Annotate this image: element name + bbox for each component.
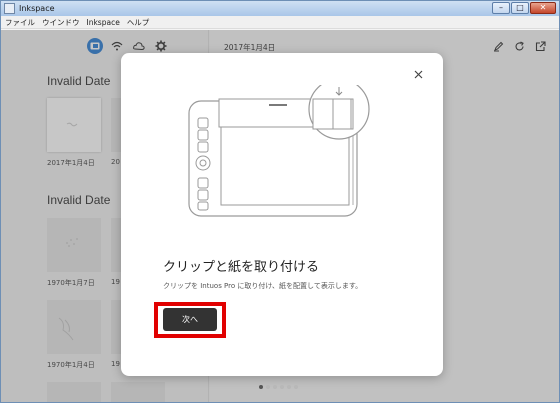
page-dot[interactable]	[259, 385, 263, 389]
page-indicator	[259, 385, 298, 389]
page-dot[interactable]	[280, 385, 284, 389]
maximize-button[interactable]: □	[511, 2, 529, 14]
dialog-description: クリップを Intuos Pro に取り付け、紙を配置して表示します。	[163, 282, 363, 290]
close-button[interactable]: ✕	[530, 2, 556, 14]
minimize-button[interactable]: –	[492, 2, 510, 14]
menu-window[interactable]: ウインドウ	[38, 17, 83, 28]
window-controls: – □ ✕	[492, 2, 556, 14]
tablet-illustration	[188, 85, 370, 217]
dialog-title: クリップと紙を取り付ける	[163, 260, 320, 275]
page-dot[interactable]	[266, 385, 270, 389]
close-icon[interactable]	[411, 67, 425, 81]
app-icon	[4, 3, 15, 14]
window-title: Inkspace	[19, 4, 55, 13]
page-dot[interactable]	[287, 385, 291, 389]
next-button[interactable]: 次へ	[163, 308, 217, 331]
menu-bar: ファイル ウインドウ Inkspace ヘルプ	[1, 16, 559, 29]
menu-inkspace[interactable]: Inkspace	[83, 18, 123, 27]
page-dot[interactable]	[294, 385, 298, 389]
menu-file[interactable]: ファイル	[1, 17, 38, 28]
title-bar: Inkspace – □ ✕	[1, 1, 559, 16]
page-dot[interactable]	[273, 385, 277, 389]
app-window: Inkspace – □ ✕ ファイル ウインドウ Inkspace ヘルプ I…	[0, 0, 560, 403]
menu-help[interactable]: ヘルプ	[123, 17, 153, 28]
